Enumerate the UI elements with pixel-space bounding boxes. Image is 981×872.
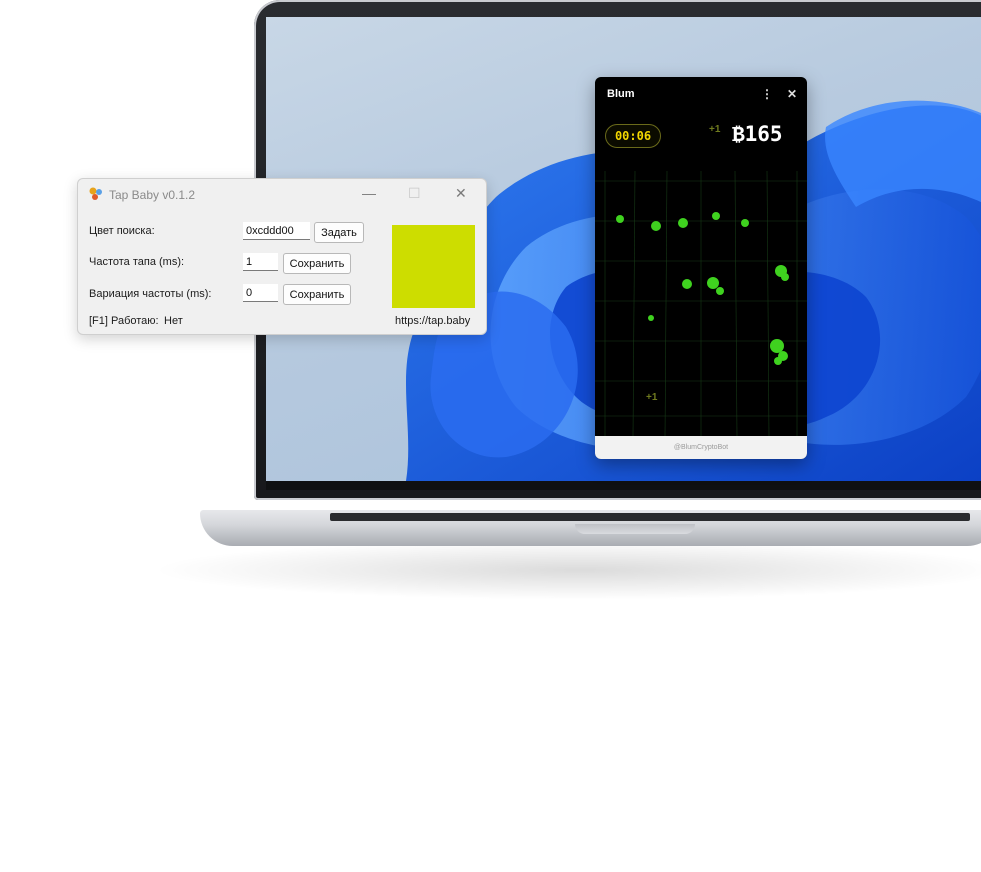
tapbaby-window[interactable]: Tap Baby v0.1.2 — ☐ ✕ Цвет поиска: Задат…	[77, 178, 487, 335]
website-link[interactable]: https://tap.baby	[395, 315, 470, 327]
window-title: Tap Baby v0.1.2	[109, 188, 196, 202]
laptop-shadow	[150, 540, 981, 600]
game-score: ₿165	[732, 122, 783, 148]
save-variation-button[interactable]: Сохранить	[283, 284, 351, 305]
currency-icon: ₿	[732, 122, 745, 146]
close-icon[interactable]: ✕	[455, 185, 467, 202]
app-icon	[89, 187, 102, 200]
blum-title: Blum	[607, 88, 635, 100]
game-timer: 00:06	[605, 124, 661, 148]
freq-variation-label: Вариация частоты (ms):	[89, 288, 212, 300]
minimize-icon[interactable]: —	[362, 185, 376, 201]
trackpad-notch	[575, 524, 695, 534]
score-value: 165	[744, 122, 783, 146]
game-field[interactable]	[595, 111, 807, 436]
blum-footer: @BlumCryptoBot	[595, 436, 807, 459]
more-vertical-icon[interactable]: ⋮	[761, 87, 773, 101]
search-color-label: Цвет поиска:	[89, 225, 155, 237]
blum-window[interactable]: Blum ⋮ ✕ 00:06 ₿165 +1 +1 @BlumCryptoBot	[595, 77, 807, 459]
tap-freq-input[interactable]	[243, 253, 278, 271]
search-color-input[interactable]	[243, 222, 310, 240]
plus-one-label: +1	[709, 124, 721, 135]
status-value: Нет	[164, 315, 183, 327]
taskbar	[266, 481, 981, 490]
status-label: [F1] Работаю:	[89, 315, 159, 327]
plus-one-label: +1	[646, 392, 658, 403]
color-swatch	[392, 225, 475, 308]
blum-titlebar: Blum ⋮ ✕	[595, 77, 807, 111]
tap-freq-label: Частота тапа (ms):	[89, 256, 185, 268]
set-button[interactable]: Задать	[314, 222, 364, 243]
save-tap-freq-button[interactable]: Сохранить	[283, 253, 351, 274]
tapbaby-titlebar: Tap Baby v0.1.2 — ☐ ✕	[78, 179, 486, 209]
clover-cluster[interactable]	[616, 212, 789, 365]
freq-variation-input[interactable]	[243, 284, 278, 302]
keyboard-edge	[330, 513, 970, 521]
close-icon[interactable]: ✕	[787, 87, 797, 101]
maximize-icon[interactable]: ☐	[408, 185, 421, 202]
